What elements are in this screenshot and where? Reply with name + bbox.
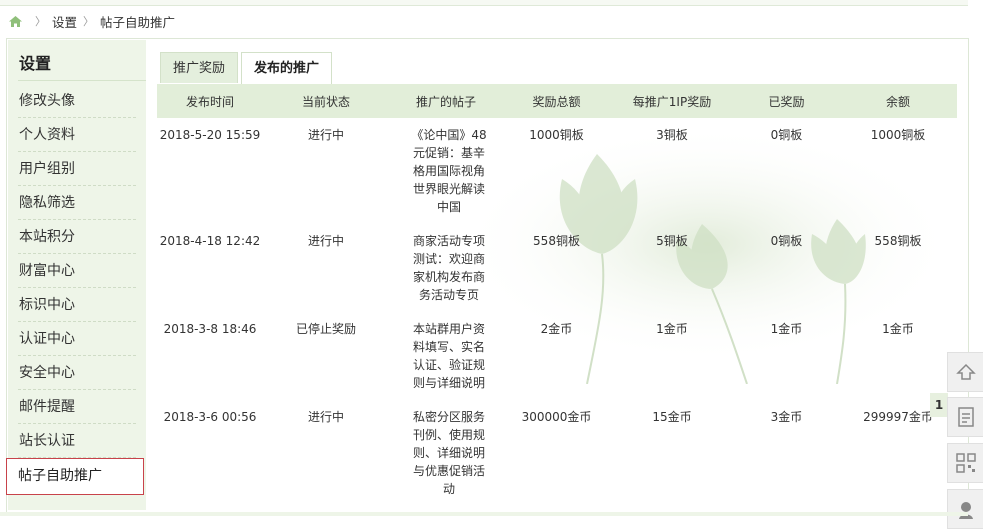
breadcrumb: 〉 设置 〉 帖子自助推广 [8,12,175,30]
post-link[interactable]: 本站群用户资料填写、实名认证、验证规则与详细说明 [389,312,503,400]
sidebar-item-wealth[interactable]: 财富中心 [8,254,146,288]
balance-cell: 558铜板 [874,234,922,248]
column-header: 发布时间 [185,94,234,109]
column-header: 推广的帖子 [415,94,476,109]
post-link[interactable]: 《论中国》48元促销：基辛格用国际视角世界眼光解读中国 [389,118,503,224]
publish-time-cell: 2018-3-8 18:46 [163,322,257,336]
table-row: 2018-4-18 12:42 进行中 商家活动专项测试：欢迎商家机构发布商务活… [157,224,957,312]
total-reward-cell: 2金币 [540,322,573,336]
divider [18,80,146,81]
promotion-table-wrapper: 发布时间 当前状态 推广的帖子 奖励总额 每推广1IP奖励 已奖励 余额 201… [157,84,957,496]
sidebar-title: 设置 [19,54,52,73]
breadcrumb-separator: 〉 [83,15,95,28]
breadcrumb-item-current: 帖子自助推广 [100,14,176,30]
support-icon[interactable] [947,489,983,529]
per-ip-reward-cell: 15金币 [652,410,692,424]
sidebar-item-badges[interactable]: 标识中心 [8,288,146,322]
document-icon[interactable] [947,397,983,437]
publish-time-cell: 2018-3-6 00:56 [163,410,257,424]
rewarded-cell: 0铜板 [770,234,803,248]
publish-time-cell: 2018-5-20 15:59 [159,128,261,142]
promotion-table: 发布时间 当前状态 推广的帖子 奖励总额 每推广1IP奖励 已奖励 余额 201… [157,84,957,506]
column-header: 已奖励 [768,94,805,109]
status-cell: 已停止奖励 [295,322,356,336]
table-header-row: 发布时间 当前状态 推广的帖子 奖励总额 每推广1IP奖励 已奖励 余额 [157,84,957,118]
bottom-strip [0,512,968,516]
column-header: 奖励总额 [532,94,581,109]
total-reward-cell: 558铜板 [533,234,580,248]
status-cell: 进行中 [307,128,344,142]
top-strip [0,0,968,6]
sidebar-item-post-promotion[interactable]: 帖子自助推广 [6,458,144,495]
sidebar-item-credits[interactable]: 本站积分 [8,220,146,254]
per-ip-reward-cell: 5铜板 [656,234,688,248]
tab-published-promotions[interactable]: 发布的推广 [241,52,333,84]
breadcrumb-item-settings[interactable]: 设置 [52,12,77,31]
sidebar-item-security[interactable]: 安全中心 [8,356,146,390]
per-ip-reward-cell: 1金币 [656,322,688,336]
table-row: 2018-3-6 00:56 进行中 私密分区服务刊例、使用规则、详细说明与优惠… [157,400,957,506]
balance-cell: 1000铜板 [870,128,926,142]
sidebar-item-avatar[interactable]: 修改头像 [8,84,146,118]
back-to-top-icon[interactable] [947,352,983,392]
sidebar-item-privacy[interactable]: 隐私筛选 [8,186,146,220]
table-row: 2018-5-20 15:59 进行中 《论中国》48元促销：基辛格用国际视角世… [157,118,957,224]
sidebar-item-verification[interactable]: 认证中心 [8,322,146,356]
sidebar-item-email[interactable]: 邮件提醒 [8,390,146,424]
column-header: 当前状态 [301,94,350,109]
rewarded-cell: 1金币 [770,322,803,336]
total-reward-cell: 1000铜板 [529,128,584,142]
qrcode-icon[interactable] [947,443,983,483]
post-link[interactable]: 商家活动专项测试：欢迎商家机构发布商务活动专页 [389,224,503,312]
tab-bar: 推广奖励 发布的推广 [160,52,335,84]
sidebar-menu: 修改头像 个人资料 用户组别 隐私筛选 本站积分 财富中心 标识中心 认证中心 … [6,84,146,495]
page-number-badge[interactable]: 1 [930,393,948,417]
sidebar: 设置 修改头像 个人资料 用户组别 隐私筛选 本站积分 财富中心 标识中心 认证… [6,40,146,510]
sidebar-item-usergroup[interactable]: 用户组别 [8,152,146,186]
publish-time-cell: 2018-4-18 12:42 [159,234,261,248]
home-icon[interactable] [8,15,23,28]
sidebar-item-profile[interactable]: 个人资料 [8,118,146,152]
sidebar-item-webmaster[interactable]: 站长认证 [8,424,146,458]
rewarded-cell: 0铜板 [770,128,803,142]
total-reward-cell: 300000金币 [521,410,592,424]
table-row: 2018-3-8 18:46 已停止奖励 本站群用户资料填写、实名认证、验证规则… [157,312,957,400]
column-header: 余额 [885,94,910,109]
post-link[interactable]: 私密分区服务刊例、使用规则、详细说明与优惠促销活动 [389,400,503,506]
per-ip-reward-cell: 3铜板 [656,128,688,142]
status-cell: 进行中 [307,234,344,248]
column-header: 每推广1IP奖励 [632,94,712,109]
rewarded-cell: 3金币 [770,410,803,424]
tab-promotion-rewards[interactable]: 推广奖励 [160,52,239,83]
balance-cell: 1金币 [882,322,914,336]
status-cell: 进行中 [307,410,344,424]
breadcrumb-separator: 〉 [35,15,46,28]
